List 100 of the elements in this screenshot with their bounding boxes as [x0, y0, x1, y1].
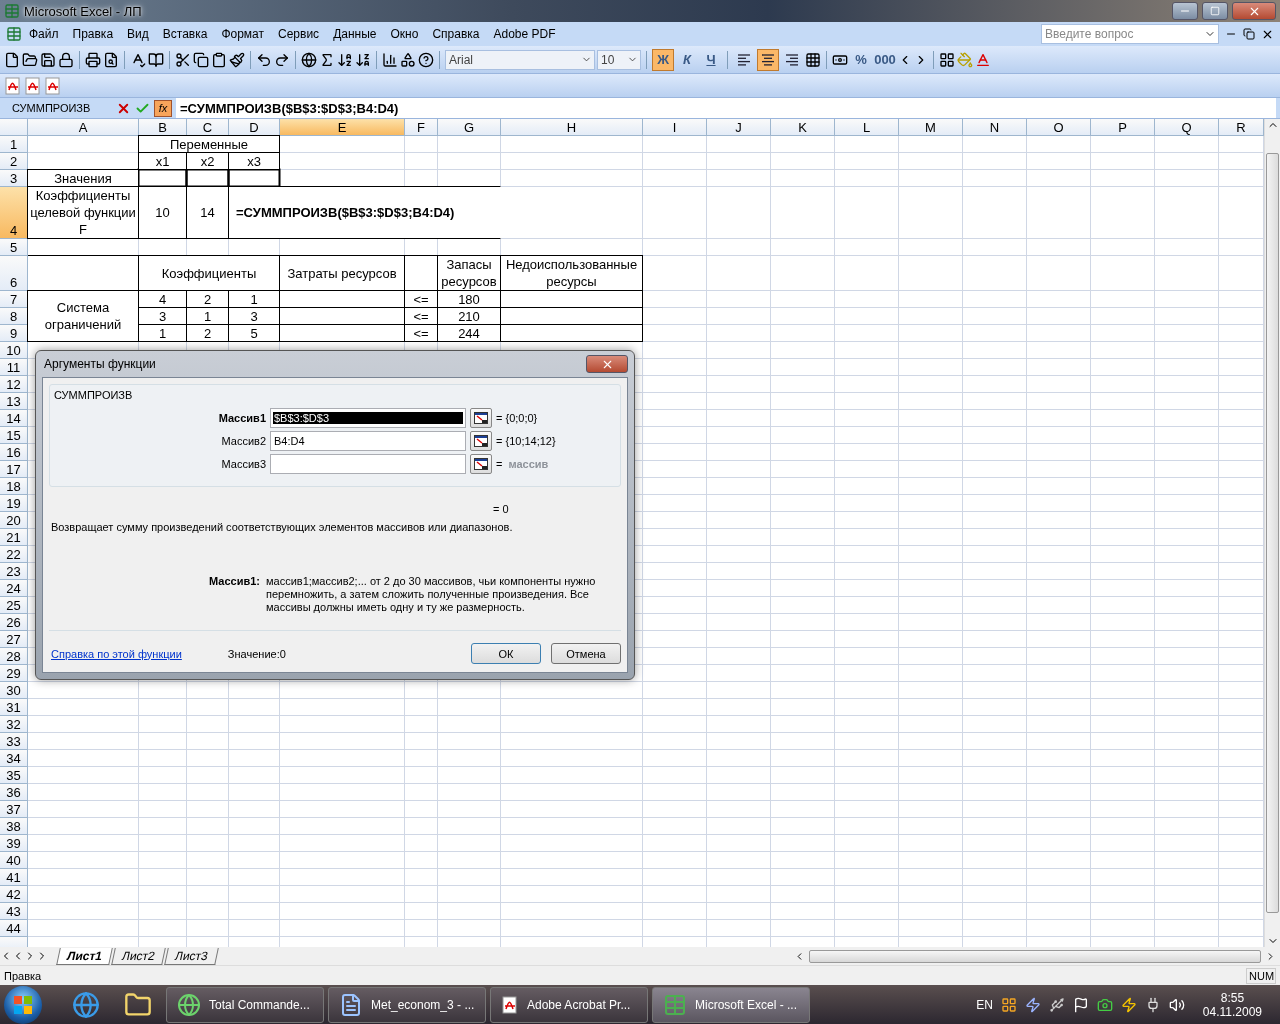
row-header[interactable]: 18	[0, 478, 28, 495]
save-icon[interactable]	[40, 51, 56, 68]
lightning-icon[interactable]	[1120, 996, 1137, 1013]
row-header[interactable]: 26	[0, 614, 28, 631]
argument-field[interactable]	[270, 454, 466, 474]
maximize-button[interactable]	[1202, 2, 1228, 20]
document-icon[interactable]	[6, 26, 22, 42]
row-header[interactable]: 38	[0, 818, 28, 835]
question-field[interactable]: Введите вопрос	[1041, 24, 1219, 44]
row-header[interactable]: 36	[0, 784, 28, 801]
font-field[interactable]: Arial	[445, 49, 595, 70]
flag-icon[interactable]	[1072, 996, 1089, 1013]
close-button[interactable]	[1232, 2, 1276, 20]
sheet-tab[interactable]: Лист1	[56, 947, 113, 965]
sort-descending-icon[interactable]	[355, 51, 371, 68]
row-header[interactable]: 28	[0, 648, 28, 665]
column-header[interactable]: O	[1027, 119, 1091, 136]
row-header[interactable]: 40	[0, 852, 28, 869]
row-header[interactable]: 15	[0, 427, 28, 444]
row-header[interactable]: 34	[0, 750, 28, 767]
fill-color-icon[interactable]	[957, 51, 973, 68]
row-header[interactable]: 12	[0, 376, 28, 393]
row-header[interactable]: 1	[0, 136, 28, 153]
scrollbar-thumb[interactable]	[1266, 153, 1279, 913]
sum-icon[interactable]	[319, 51, 335, 68]
language-indicator[interactable]: EN	[976, 997, 993, 1012]
folder-icon[interactable]	[124, 990, 152, 1019]
start-button[interactable]	[4, 985, 42, 1024]
row-header[interactable]: 32	[0, 716, 28, 733]
column-header[interactable]: N	[963, 119, 1027, 136]
taskbar-button[interactable]: Met_econom_3 - ...	[328, 986, 486, 1023]
shapes-icon[interactable]	[400, 51, 416, 68]
column-header[interactable]: I	[643, 119, 707, 136]
column-header[interactable]: A	[28, 119, 139, 136]
globe-icon[interactable]	[72, 990, 100, 1019]
row-header[interactable]: 2	[0, 153, 28, 170]
row-header[interactable]: 22	[0, 546, 28, 563]
row-header[interactable]: 24	[0, 580, 28, 597]
cancel-button[interactable]: Отмена	[551, 643, 621, 664]
column-header[interactable]: Q	[1155, 119, 1219, 136]
row-header[interactable]: 4	[0, 187, 28, 239]
merge-cells-icon[interactable]	[805, 51, 821, 68]
collapse-dialog-button[interactable]	[470, 431, 492, 451]
number-format-button[interactable]: %	[850, 48, 872, 71]
collapse-dialog-button[interactable]	[470, 408, 492, 428]
ok-button[interactable]: ОК	[471, 643, 541, 664]
row-header[interactable]: 20	[0, 512, 28, 529]
column-header[interactable]: E	[280, 119, 405, 136]
pdf-icon[interactable]	[4, 76, 22, 95]
menu-item[interactable]: Вставка	[155, 25, 215, 43]
pdf-icon[interactable]	[24, 76, 42, 95]
row-header[interactable]: 5	[0, 239, 28, 256]
copy-icon[interactable]	[193, 51, 209, 68]
row-header[interactable]: 21	[0, 529, 28, 546]
volume-icon[interactable]	[1168, 996, 1185, 1013]
column-header[interactable]: K	[771, 119, 835, 136]
row-header[interactable]: 6	[0, 256, 28, 291]
menu-item[interactable]: Правка	[65, 25, 121, 43]
font-size-field[interactable]: 10	[597, 49, 641, 70]
taskbar-button[interactable]: Microsoft Excel - ...	[652, 986, 810, 1023]
menu-item[interactable]: Справка	[425, 25, 487, 43]
lightning-icon[interactable]	[1024, 996, 1041, 1013]
chart-icon[interactable]	[382, 51, 398, 68]
column-header[interactable]: J	[707, 119, 771, 136]
number-format-button[interactable]: 000	[874, 48, 896, 71]
row-header[interactable]: 17	[0, 461, 28, 478]
row-header[interactable]: 7	[0, 291, 28, 308]
menu-item[interactable]: Данные	[326, 25, 384, 43]
row-header[interactable]: 31	[0, 699, 28, 716]
column-header[interactable]: P	[1091, 119, 1155, 136]
row-header[interactable]: 27	[0, 631, 28, 648]
help-icon[interactable]	[418, 51, 434, 68]
column-header[interactable]: R	[1219, 119, 1264, 136]
menu-item[interactable]: Вид	[120, 25, 156, 43]
restore-icon[interactable]	[1243, 28, 1255, 40]
column-header[interactable]: M	[899, 119, 963, 136]
clock[interactable]: 8:55 04.11.2009	[1202, 990, 1262, 1019]
row-header[interactable]: 25	[0, 597, 28, 614]
usb-icon[interactable]	[1048, 996, 1065, 1013]
insert-function-button[interactable]: fx	[154, 99, 172, 117]
formula-field[interactable]: =СУММПРОИЗВ($B$3:$D$3;B4:D4)	[176, 98, 1276, 118]
lock-icon[interactable]	[58, 51, 74, 68]
close-button[interactable]	[586, 355, 628, 373]
taskbar-button[interactable]: Adobe Acrobat Pr...	[490, 986, 648, 1023]
book-icon[interactable]	[148, 51, 164, 68]
scrollbar-thumb[interactable]	[809, 949, 1261, 963]
menu-item[interactable]: Adobe PDF	[486, 25, 563, 43]
row-header[interactable]: 43	[0, 903, 28, 920]
sort-ascending-icon[interactable]	[337, 51, 353, 68]
borders-icon[interactable]	[939, 51, 955, 68]
redo-icon[interactable]	[274, 51, 290, 68]
menu-item[interactable]: Окно	[383, 25, 426, 43]
column-header[interactable]: H	[501, 119, 643, 136]
open-folder-icon[interactable]	[22, 51, 38, 68]
row-header[interactable]: 3	[0, 170, 28, 187]
column-header[interactable]: F	[405, 119, 438, 136]
collapse-dialog-button[interactable]	[470, 454, 492, 474]
grid-icon[interactable]	[1000, 996, 1017, 1013]
minimize-button[interactable]	[1172, 2, 1198, 20]
column-header[interactable]: G	[438, 119, 501, 136]
